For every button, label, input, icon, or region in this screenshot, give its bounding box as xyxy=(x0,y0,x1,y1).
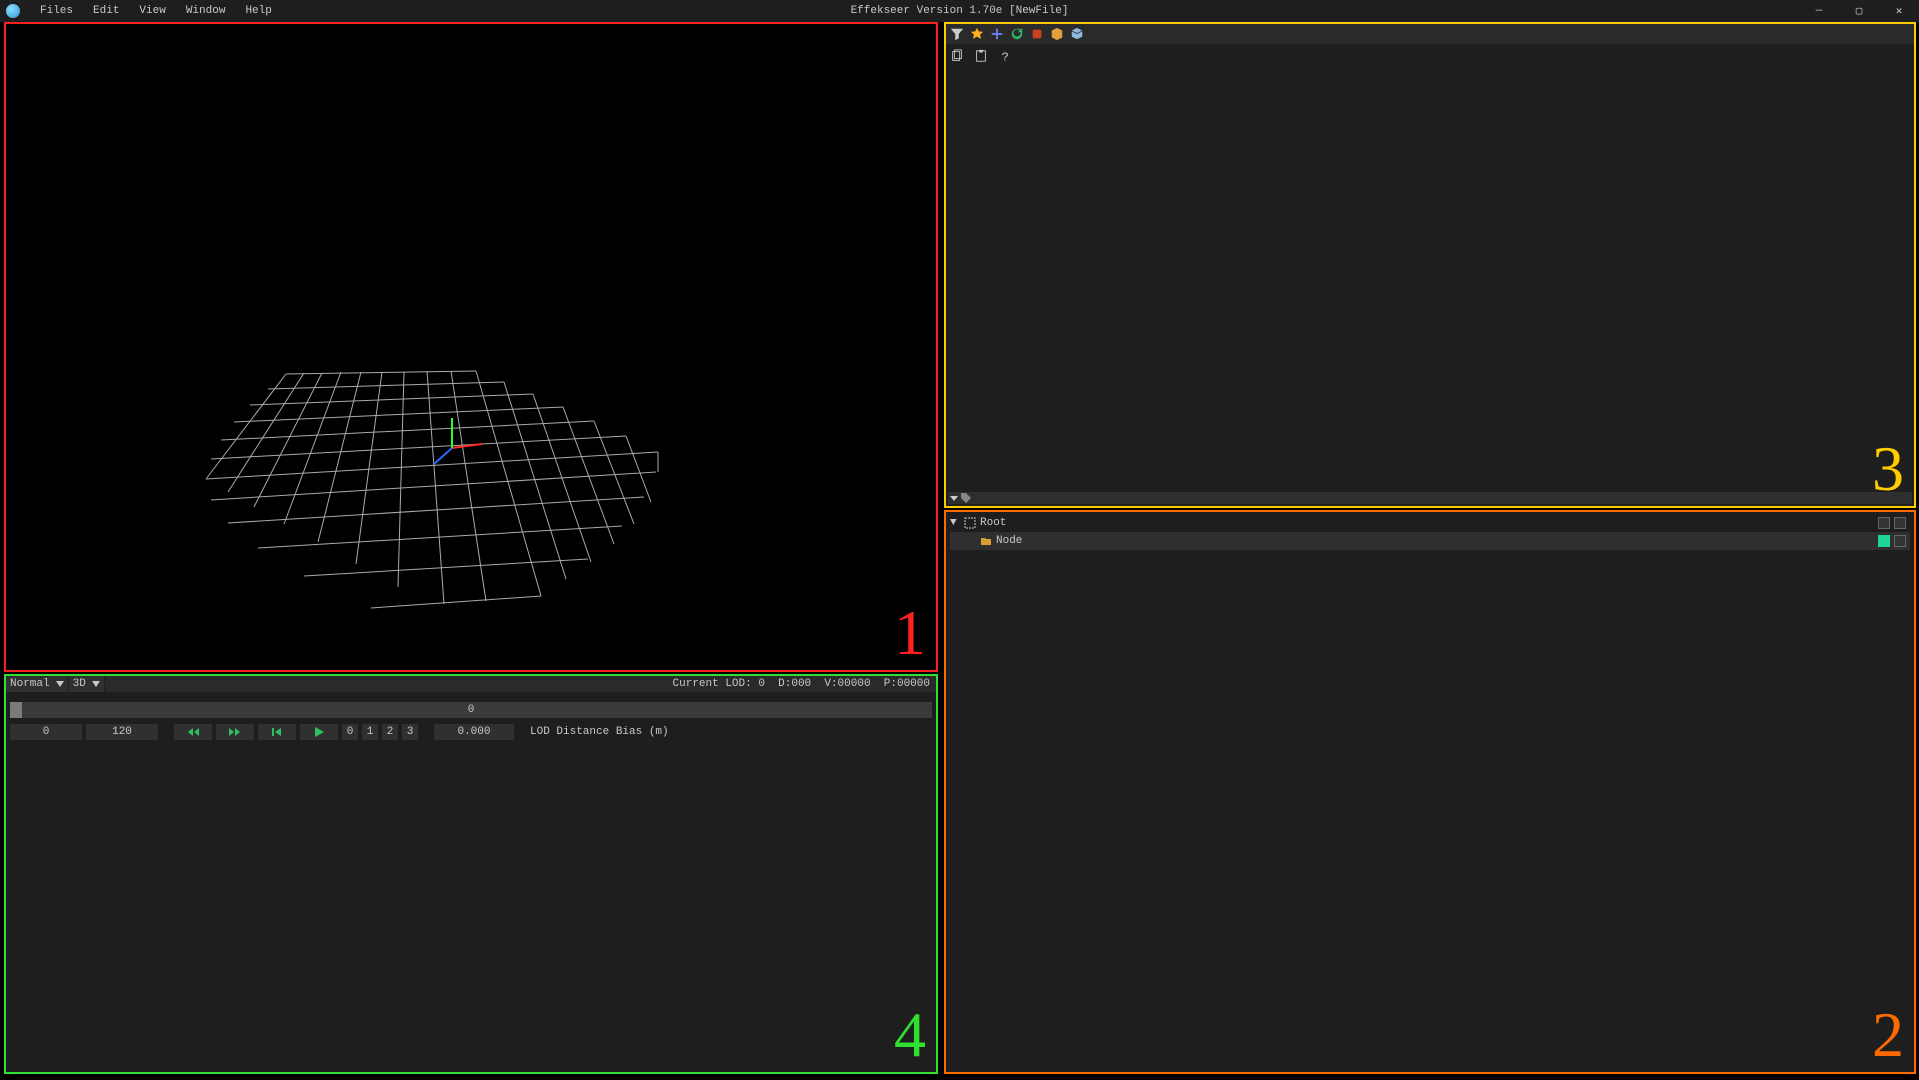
nodetree-panel: ▼ Root Node 2 xyxy=(944,510,1916,1074)
folder-icon xyxy=(980,535,992,547)
tag-icon[interactable] xyxy=(960,492,972,504)
panel-number-1: 1 xyxy=(894,596,926,670)
lod-0-button[interactable]: 0 xyxy=(342,724,358,740)
minimize-button[interactable]: — xyxy=(1799,0,1839,22)
svg-text:?: ? xyxy=(1002,50,1009,63)
chevron-down-icon xyxy=(92,681,100,687)
panel-number-2: 2 xyxy=(1872,998,1904,1072)
titlebar: Files Edit View Window Help Effekseer Ve… xyxy=(0,0,1919,22)
tree-row-root[interactable]: ▼ Root xyxy=(950,514,1910,532)
inspector-panel: ? 3 xyxy=(944,22,1916,508)
panel-number-3: 3 xyxy=(1872,432,1904,506)
view-dropdown[interactable]: 3D xyxy=(69,676,105,692)
frame-start-input[interactable]: 0 xyxy=(10,724,82,740)
timeline-topbar: Normal 3D Current LOD: 0 D:000 V:00000 P… xyxy=(6,676,936,692)
timeline-status: Current LOD: 0 D:000 V:00000 P:00000 xyxy=(633,666,936,702)
frame-end-input[interactable]: 120 xyxy=(86,724,158,740)
visibility-toggle[interactable] xyxy=(1878,517,1890,529)
node-label: Node xyxy=(996,535,1022,547)
node-tree: ▼ Root Node xyxy=(946,512,1914,552)
menu-files[interactable]: Files xyxy=(30,1,83,21)
favorite-icon[interactable] xyxy=(968,25,986,43)
mode-dropdown-label: Normal xyxy=(10,678,50,690)
record-icon[interactable] xyxy=(1028,25,1046,43)
close-button[interactable]: ✕ xyxy=(1879,0,1919,22)
view-dropdown-label: 3D xyxy=(73,678,86,690)
chevron-down-icon xyxy=(56,681,64,687)
lock-toggle[interactable] xyxy=(1894,517,1906,529)
window-controls: — ▢ ✕ xyxy=(1799,0,1919,22)
refresh-icon[interactable] xyxy=(1008,25,1026,43)
app-icon xyxy=(6,4,20,18)
filter-icon[interactable] xyxy=(948,25,966,43)
viewport-panel[interactable]: 1 xyxy=(4,22,938,672)
menu-view[interactable]: View xyxy=(129,1,175,21)
step-back-button[interactable] xyxy=(258,724,296,740)
lod-bias-input[interactable]: 0.000 xyxy=(434,724,514,740)
grid-3d xyxy=(6,24,936,670)
menu-window[interactable]: Window xyxy=(176,1,236,21)
maximize-button[interactable]: ▢ xyxy=(1839,0,1879,22)
package-icon[interactable] xyxy=(1048,25,1066,43)
help-icon[interactable]: ? xyxy=(996,47,1014,65)
visibility-toggle[interactable] xyxy=(1878,535,1890,547)
inspector-toolbar xyxy=(946,24,1914,44)
menu-edit[interactable]: Edit xyxy=(83,1,129,21)
tree-row-node[interactable]: Node xyxy=(950,532,1910,550)
timeline-thumb[interactable] xyxy=(10,702,22,718)
collapse-icon[interactable] xyxy=(948,492,960,504)
timeline-controls: 0 120 0 1 2 3 0.000 LOD Distance Bias (m… xyxy=(6,718,936,746)
inspector-toolbar-2: ? xyxy=(946,46,1914,66)
panel-number-4: 4 xyxy=(894,998,926,1072)
lod-2-button[interactable]: 2 xyxy=(382,724,398,740)
rewind-button[interactable] xyxy=(174,724,212,740)
paste-icon[interactable] xyxy=(972,47,990,65)
timeline-panel: Normal 3D Current LOD: 0 D:000 V:00000 P… xyxy=(4,674,938,1074)
expand-arrow-icon[interactable]: ▼ xyxy=(950,517,960,529)
window-title: Effekseer Version 1.70e [NewFile] xyxy=(851,5,1069,17)
lod-1-button[interactable]: 1 xyxy=(362,724,378,740)
play-button[interactable] xyxy=(300,724,338,740)
inspector-bottombar xyxy=(948,492,1912,504)
lod-3-button[interactable]: 3 xyxy=(402,724,418,740)
root-label: Root xyxy=(980,517,1006,529)
lock-toggle[interactable] xyxy=(1894,535,1906,547)
copy-icon[interactable] xyxy=(948,47,966,65)
timeline-center-label: 0 xyxy=(468,704,475,716)
fastforward-button[interactable] xyxy=(216,724,254,740)
menu-help[interactable]: Help xyxy=(235,1,281,21)
mode-dropdown[interactable]: Normal xyxy=(6,676,69,692)
timeline-track[interactable]: 0 xyxy=(10,702,932,718)
root-icon xyxy=(964,517,976,529)
cube-icon[interactable] xyxy=(1068,25,1086,43)
menubar: Files Edit View Window Help xyxy=(30,1,282,21)
lod-bias-label: LOD Distance Bias (m) xyxy=(530,726,669,738)
add-icon[interactable] xyxy=(988,25,1006,43)
